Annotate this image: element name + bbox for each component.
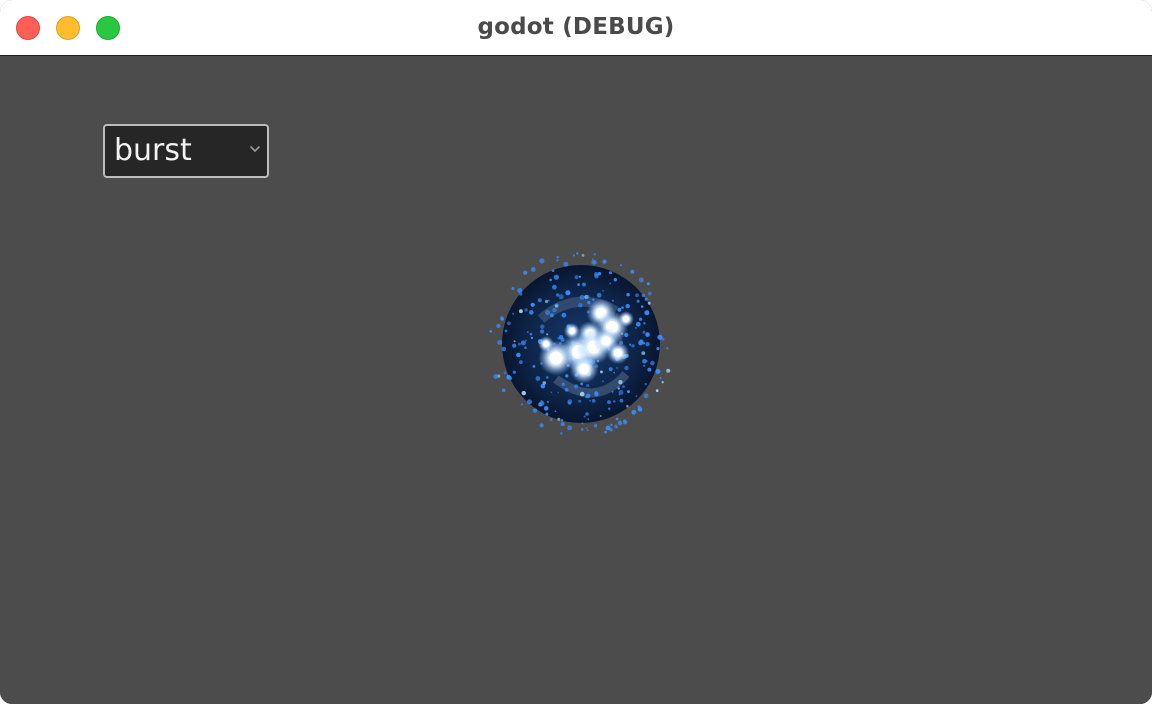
effect-option-button[interactable]: burst — [103, 124, 269, 178]
app-window: godot (DEBUG) burst — [0, 0, 1152, 704]
particle-burst-effect — [489, 252, 671, 435]
title-bar[interactable]: godot (DEBUG) — [0, 0, 1152, 56]
game-viewport[interactable]: burst — [0, 56, 1152, 704]
option-button-label: burst — [114, 133, 192, 168]
chevron-down-icon — [250, 146, 260, 152]
window-title: godot (DEBUG) — [477, 14, 675, 40]
